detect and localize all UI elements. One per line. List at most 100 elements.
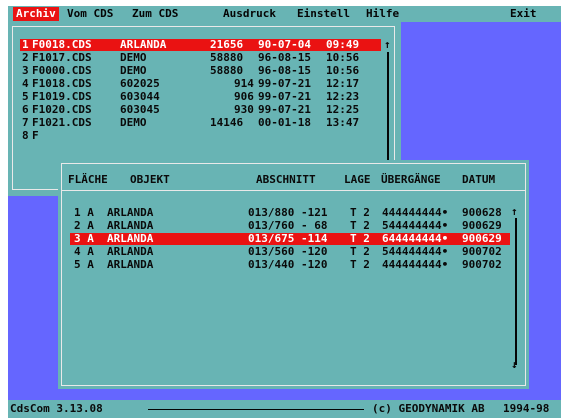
status-bar: CdsCom 3.13.08 (c) GEODYNAMIK AB 1994-98 bbox=[8, 400, 561, 418]
record-row-3[interactable]: 3 A ARLANDA 013/675 -114 T 2 644444444• … bbox=[70, 233, 510, 245]
file-size: 930 bbox=[234, 103, 254, 116]
record-scrollbar[interactable] bbox=[515, 218, 517, 365]
file-index: 7 bbox=[22, 116, 29, 129]
file-row-1[interactable]: 1 F0018.CDS ARLANDA 21656 90-07-04 09:49 bbox=[20, 39, 381, 51]
menu-item-hilfe[interactable]: Hilfe bbox=[366, 7, 399, 21]
record-objekt: ARLANDA bbox=[107, 245, 154, 258]
records-header: FLÄCHE OBJEKT ABSCHNITT LAGE ÜBERGÄNGE D… bbox=[58, 172, 529, 188]
record-flache: 1 A bbox=[74, 206, 94, 219]
record-uebergange: 444444444• bbox=[382, 258, 449, 271]
record-uebergange: 644444444• bbox=[382, 232, 449, 245]
record-datum: 900629 bbox=[462, 232, 502, 245]
app-screen: Archiv Vom CDS Zum CDS Ausdruck Einstell… bbox=[0, 0, 570, 418]
header-datum: DATUM bbox=[462, 173, 496, 186]
file-name: F0018.CDS bbox=[32, 38, 92, 51]
file-row-6[interactable]: 6 F1020.CDS 603045 930 99-07-21 12:25 bbox=[20, 104, 381, 116]
status-divider bbox=[148, 409, 364, 410]
file-index: 5 bbox=[22, 90, 29, 103]
file-row-2[interactable]: 2 F1017.CDS DEMO 58880 96-08-15 10:56 bbox=[20, 52, 381, 64]
records-panel: FLÄCHE OBJEKT ABSCHNITT LAGE ÜBERGÄNGE D… bbox=[58, 160, 529, 389]
record-row-4[interactable]: 4 A ARLANDA 013/560 -120 T 2 544444444• … bbox=[70, 246, 510, 258]
record-flache: 2 A bbox=[74, 219, 94, 232]
file-project: ARLANDA bbox=[120, 38, 167, 51]
file-time: 13:47 bbox=[326, 116, 360, 129]
record-lage: T 2 bbox=[350, 258, 370, 271]
version-text: CdsCom 3.13.08 bbox=[10, 402, 103, 415]
file-name: F0000.CDS bbox=[32, 64, 92, 77]
file-project: 603045 bbox=[120, 103, 160, 116]
record-flache: 4 A bbox=[74, 245, 94, 258]
file-project: DEMO bbox=[120, 116, 147, 129]
record-datum: 900629 bbox=[462, 219, 502, 232]
file-row-4[interactable]: 4 F1018.CDS 602025 914 99-07-21 12:17 bbox=[20, 78, 381, 90]
record-lage: T 2 bbox=[350, 245, 370, 258]
menu-item-vom-cds[interactable]: Vom CDS bbox=[67, 7, 113, 21]
file-size: 58880 bbox=[210, 51, 244, 64]
file-time: 10:56 bbox=[326, 51, 360, 64]
right-margin bbox=[561, 0, 570, 418]
file-name: F1018.CDS bbox=[32, 77, 92, 90]
record-objekt: ARLANDA bbox=[107, 206, 154, 219]
file-index: 8 bbox=[22, 129, 29, 142]
record-uebergange: 444444444• bbox=[382, 206, 449, 219]
file-row-5[interactable]: 5 F1019.CDS 603044 906 99-07-21 12:23 bbox=[20, 91, 381, 103]
record-scroll-down-icon[interactable]: ↓ bbox=[511, 359, 518, 370]
record-lage: T 2 bbox=[350, 219, 370, 232]
record-datum: 900702 bbox=[462, 245, 502, 258]
records-frame bbox=[61, 163, 526, 386]
file-size: 58880 bbox=[210, 64, 244, 77]
file-size: 914 bbox=[234, 77, 254, 90]
record-objekt: ARLANDA bbox=[107, 232, 154, 245]
record-uebergange: 544444444• bbox=[382, 219, 449, 232]
file-date: 99-07-21 bbox=[258, 90, 311, 103]
file-name: F1017.CDS bbox=[32, 51, 92, 64]
file-scroll-up-icon[interactable]: ↑ bbox=[384, 39, 391, 50]
file-size: 21656 bbox=[210, 38, 244, 51]
file-project: DEMO bbox=[120, 51, 147, 64]
file-name: F1020.CDS bbox=[32, 103, 92, 116]
file-row-3[interactable]: 3 F0000.CDS DEMO 58880 96-08-15 10:56 bbox=[20, 65, 381, 77]
file-project: DEMO bbox=[120, 64, 147, 77]
file-time: 12:17 bbox=[326, 77, 360, 90]
menu-item-einstell[interactable]: Einstell bbox=[297, 7, 350, 21]
record-row-1[interactable]: 1 A ARLANDA 013/880 -121 T 2 444444444• … bbox=[70, 207, 510, 219]
file-index: 6 bbox=[22, 103, 29, 116]
file-time: 12:23 bbox=[326, 90, 360, 103]
file-scrollbar[interactable] bbox=[387, 52, 389, 172]
record-abschnitt: 013/760 - 68 bbox=[248, 219, 328, 232]
record-datum: 900702 bbox=[462, 258, 502, 271]
file-time: 12:25 bbox=[326, 103, 360, 116]
file-project: 602025 bbox=[120, 77, 160, 90]
menu-item-ausdruck[interactable]: Ausdruck bbox=[223, 7, 276, 21]
file-project: 603044 bbox=[120, 90, 160, 103]
file-date: 00-01-18 bbox=[258, 116, 311, 129]
record-uebergange: 544444444• bbox=[382, 245, 449, 258]
record-flache: 3 A bbox=[74, 232, 94, 245]
file-date: 99-07-21 bbox=[258, 103, 311, 116]
record-row-2[interactable]: 2 A ARLANDA 013/760 - 68 T 2 544444444• … bbox=[70, 220, 510, 232]
file-index: 3 bbox=[22, 64, 29, 77]
file-time: 09:49 bbox=[326, 38, 360, 51]
file-date: 96-08-15 bbox=[258, 64, 311, 77]
file-index: 2 bbox=[22, 51, 29, 64]
header-objekt: OBJEKT bbox=[130, 173, 170, 186]
menu-bar: Archiv Vom CDS Zum CDS Ausdruck Einstell… bbox=[8, 6, 561, 22]
copyright-text: (c) GEODYNAMIK AB bbox=[372, 402, 485, 415]
menu-item-exit[interactable]: Exit bbox=[510, 7, 537, 21]
copyright-years: 1994-98 bbox=[503, 402, 550, 415]
header-lage: LAGE bbox=[344, 173, 371, 186]
menu-item-zum-cds[interactable]: Zum CDS bbox=[132, 7, 178, 21]
record-scroll-up-icon[interactable]: ↑ bbox=[511, 206, 518, 217]
header-divider bbox=[61, 190, 526, 191]
file-name: F1019.CDS bbox=[32, 90, 92, 103]
file-row-8[interactable]: 8 F bbox=[20, 130, 381, 142]
record-flache: 5 A bbox=[74, 258, 94, 271]
header-uebergange: ÜBERGÄNGE bbox=[381, 173, 441, 186]
file-date: 96-08-15 bbox=[258, 51, 311, 64]
file-name: F bbox=[32, 129, 39, 142]
record-abschnitt: 013/675 -114 bbox=[248, 232, 328, 245]
record-row-5[interactable]: 5 A ARLANDA 013/440 -120 T 2 444444444• … bbox=[70, 259, 510, 271]
file-row-7[interactable]: 7 F1021.CDS DEMO 14146 00-01-18 13:47 bbox=[20, 117, 381, 129]
menu-item-archiv[interactable]: Archiv bbox=[13, 7, 59, 21]
record-abschnitt: 013/880 -121 bbox=[248, 206, 328, 219]
